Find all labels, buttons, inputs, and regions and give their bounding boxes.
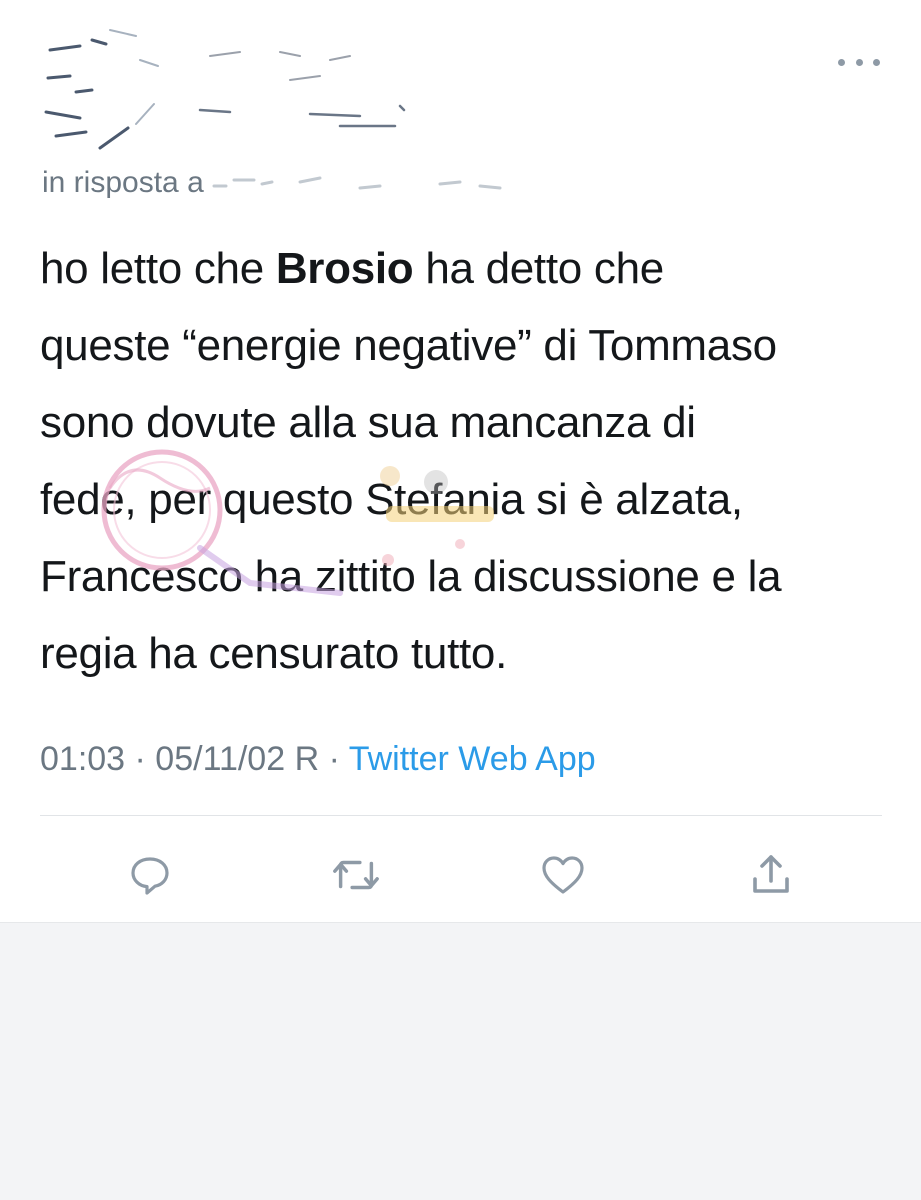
text-segment: fede, per questo Stefania si è alzata, bbox=[40, 475, 743, 524]
dot bbox=[838, 58, 845, 66]
tweet-actions bbox=[0, 840, 921, 910]
tweet-text-line: queste “energie negative” di Tommaso bbox=[40, 307, 890, 384]
tweet-text: ho letto che Brosio ha detto che queste “… bbox=[40, 230, 890, 692]
share-button[interactable] bbox=[744, 848, 798, 902]
divider bbox=[40, 815, 882, 816]
reply-icon bbox=[131, 857, 169, 895]
reply-handle-blurred[interactable] bbox=[210, 166, 510, 200]
user-name-blurred[interactable] bbox=[190, 40, 420, 140]
tweet-text-line: regia ha censurato tutto. bbox=[40, 615, 890, 692]
more-dots-icon[interactable] bbox=[838, 52, 880, 72]
tweet-text-line: sono dovute alla sua mancanza di bbox=[40, 384, 890, 461]
tweet-text-line: ho letto che Brosio ha detto che bbox=[40, 230, 890, 307]
meta-separator: · bbox=[319, 740, 349, 778]
tweet-card: in risposta a ho letto che Brosio ha det… bbox=[0, 0, 921, 922]
reply-prefix: in risposta a bbox=[42, 166, 204, 199]
text-segment: regia ha censurato tutto. bbox=[40, 629, 508, 678]
tweet-timestamp: 01:03 · 05/11/02 R bbox=[40, 740, 320, 778]
retweet-button[interactable] bbox=[329, 848, 383, 902]
text-segment: queste “energie negative” di Tommaso bbox=[40, 321, 777, 370]
tweet-meta: 01:03 · 05/11/02 R · Twitter Web App bbox=[40, 740, 596, 779]
text-segment: ha detto che bbox=[413, 244, 664, 293]
heart-icon bbox=[542, 856, 584, 894]
text-segment: ho letto che bbox=[40, 244, 276, 293]
tweet-text-line: fede, per questo Stefania si è alzata, bbox=[40, 461, 890, 538]
reply-button[interactable] bbox=[123, 848, 177, 902]
bold-mention: Brosio bbox=[275, 244, 414, 293]
tweet-text-line: Francesco ha zittito la discussione e la bbox=[40, 538, 890, 615]
dot bbox=[873, 58, 880, 66]
avatar[interactable] bbox=[40, 20, 170, 150]
page: in risposta a ho letto che Brosio ha det… bbox=[0, 0, 921, 1200]
text-segment: Francesco ha zittito la discussione e la bbox=[40, 552, 782, 601]
reply-context: in risposta a bbox=[42, 166, 510, 200]
dot bbox=[855, 58, 863, 66]
like-button[interactable] bbox=[536, 848, 590, 902]
share-icon bbox=[753, 855, 789, 893]
text-segment: sono dovute alla sua mancanza di bbox=[40, 398, 696, 447]
tweet-header bbox=[40, 10, 880, 150]
empty-area bbox=[0, 922, 921, 1200]
retweet-icon bbox=[333, 860, 379, 890]
tweet-source-link[interactable]: Twitter Web App bbox=[349, 740, 596, 778]
